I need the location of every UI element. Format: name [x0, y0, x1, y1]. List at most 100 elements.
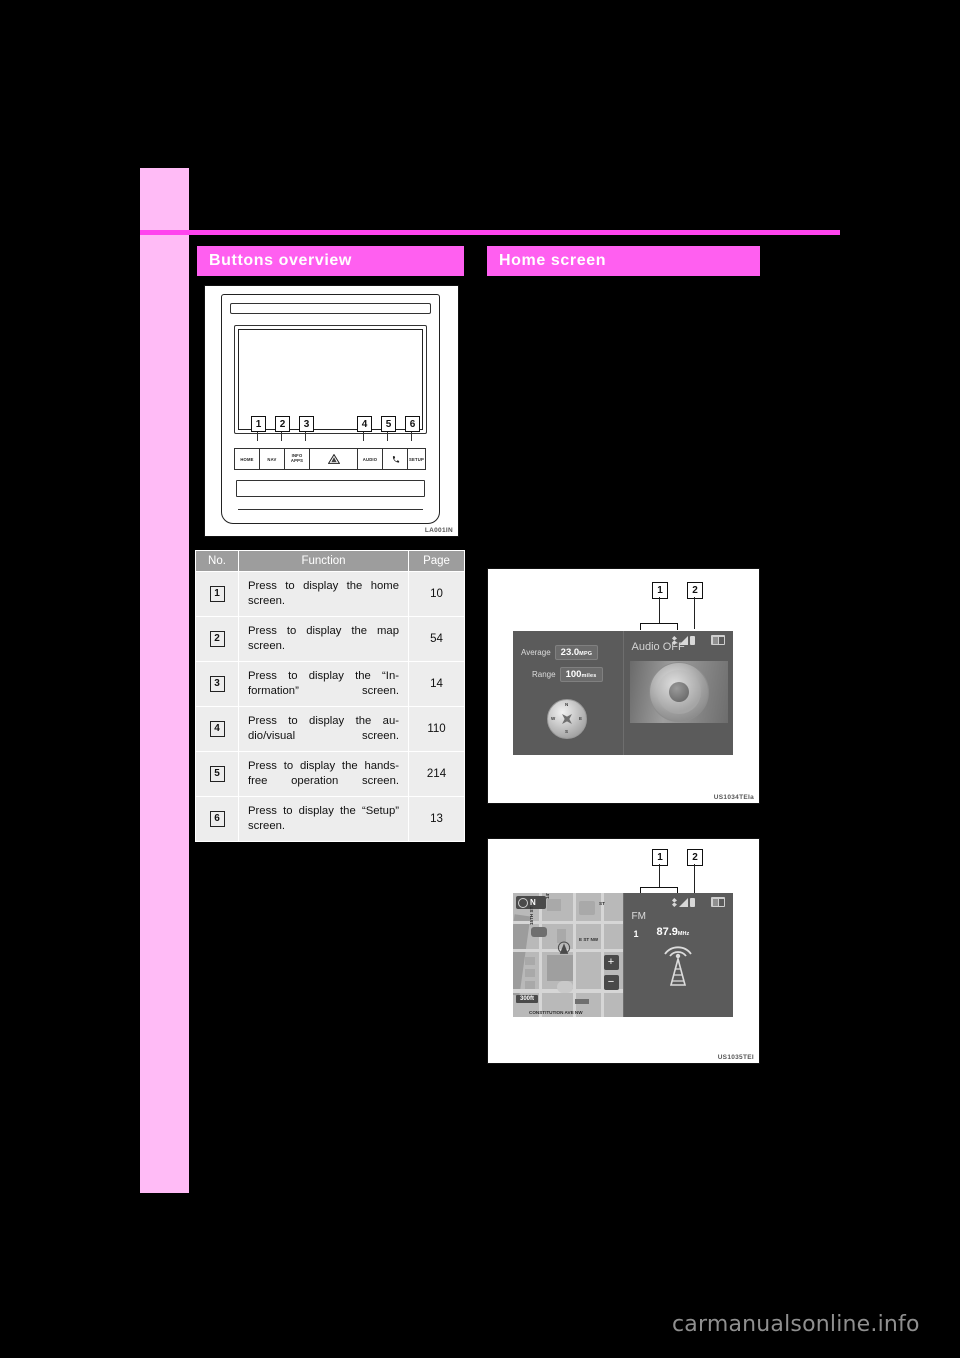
table-row: 1 Press to display the home screen. 10	[195, 571, 465, 617]
head-unit-audio-button[interactable]: AUDIO	[357, 448, 383, 470]
map-zoom-in-button[interactable]: +	[603, 955, 619, 970]
map-block-7	[525, 981, 535, 989]
table-cell-function: Press to display the “Setup” screen.	[238, 796, 409, 842]
map-block-3	[531, 927, 547, 937]
head-unit-audio-label: AUDIO	[362, 456, 378, 462]
home-callout-number-2: 2	[687, 582, 703, 599]
map-status-icon-group	[672, 897, 695, 908]
home-callout-number-1: 1	[652, 582, 668, 599]
map-zoom-out-button[interactable]: −	[603, 975, 619, 990]
map-road-v1	[539, 893, 542, 1017]
table-row: 2 Press to display the map screen. 54	[195, 616, 465, 662]
manual-page: Buttons overview HOME NAV INFO APPS AUDI…	[0, 0, 960, 1358]
table-row: 3 Press to display the “In-formation” scr…	[195, 661, 465, 707]
head-unit-illustration: HOME NAV INFO APPS AUDIO SETUP	[221, 294, 440, 524]
table-cell-page: 54	[408, 616, 465, 662]
head-unit-button-row: HOME NAV INFO APPS AUDIO SETUP	[234, 448, 426, 470]
phone-handset-icon	[392, 455, 399, 463]
map-label-st: ST	[599, 901, 605, 906]
table-cell-function: Press to display the hands-free operatio…	[238, 751, 409, 797]
vehicle-position-icon	[557, 941, 571, 954]
head-unit-hazard-button[interactable]	[309, 448, 358, 470]
table-row: 4 Press to display the au-dio/visual scre…	[195, 706, 465, 752]
home-screen-left-panel: Average 23.0MPG Range 100miles N E S W	[513, 631, 624, 755]
button-function-table: No. Function Page 1 Press to display the …	[195, 550, 465, 842]
map-callout-number-1: 1	[652, 849, 668, 866]
map-callout-number-2: 2	[687, 849, 703, 866]
table-cell-no: 6	[195, 796, 239, 842]
table-cell-page: 13	[408, 796, 465, 842]
figure-caption-device: LA001IN	[424, 527, 453, 534]
radio-frequency: 87.9MHz	[656, 926, 690, 938]
battery-icon	[690, 898, 695, 907]
map-callout-lead-1	[658, 864, 660, 887]
table-cell-no: 2	[195, 616, 239, 662]
head-unit-setup-label: SETUP	[409, 456, 424, 462]
table-cell-function: Press to display the “In-formation” scre…	[238, 661, 409, 707]
head-unit-footer-line	[238, 509, 423, 510]
section-heading-buttons-overview: Buttons overview	[197, 246, 464, 276]
table-row: 5 Press to display the hands-free operati…	[195, 751, 465, 797]
signal-bars-icon	[679, 898, 688, 907]
map-block-5	[525, 957, 535, 965]
table-cell-no: 4	[195, 706, 239, 752]
map-block-1	[547, 899, 561, 911]
figure-home-screen: 1 2 Average 23.0MPG Range 100miles N E S…	[487, 568, 760, 804]
callout-number-5: 5	[381, 416, 396, 432]
section-heading-home-screen: Home screen	[487, 246, 760, 276]
head-unit-home-button[interactable]: HOME	[234, 448, 260, 470]
callout-box: 5	[209, 766, 225, 782]
section-title-buttons-overview: Buttons overview	[209, 252, 352, 269]
compass-north-label: N	[565, 702, 569, 707]
head-unit-phone-button[interactable]	[382, 448, 408, 470]
home-callout-lead-2	[693, 597, 695, 629]
screen-split-icon[interactable]	[711, 635, 725, 645]
table-row: 6 Press to display the “Setup” screen. 13	[195, 796, 465, 842]
table-cell-page: 214	[408, 751, 465, 797]
callout-number-4: 4	[357, 416, 372, 432]
callout-number-3: 3	[299, 416, 314, 432]
site-watermark: carmanualsonline.info	[672, 1312, 920, 1337]
compass-south-label: S	[565, 729, 569, 734]
map-panel[interactable]: N 14TH S 15TH ST E ST NW ST CONSTITUTION…	[513, 893, 624, 1017]
head-unit-top-strip	[230, 303, 431, 314]
map-label-15th: 15TH ST	[529, 906, 534, 925]
status-icon-group	[672, 635, 695, 646]
radio-band-label: FM	[631, 911, 646, 922]
home-callout-bracket-1	[640, 623, 678, 630]
callout-number-1: 1	[251, 416, 266, 432]
table-body: 1 Press to display the home screen. 10 2 Pre…	[195, 571, 465, 842]
callout-number-6: 6	[405, 416, 420, 432]
head-unit-setup-button[interactable]: SETUP	[407, 448, 426, 470]
table-header-no: No.	[195, 550, 239, 572]
map-screen-display: N 14TH S 15TH ST E ST NW ST CONSTITUTION…	[513, 893, 733, 1017]
head-unit-display	[238, 329, 423, 430]
head-unit-nav-label: NAV	[267, 456, 277, 462]
table-cell-function: Press to display the map screen.	[238, 616, 409, 662]
header-rule	[140, 230, 840, 235]
map-block-8	[547, 955, 573, 981]
figure-map-screen: 1 2 N 15TH ST E ST NW ST CONSTITUTION AV…	[487, 838, 760, 1064]
trip-row-range: Range 100miles	[532, 667, 603, 682]
head-unit-info-apps-button[interactable]: INFO APPS	[284, 448, 310, 470]
table-cell-page: 10	[408, 571, 465, 617]
figure-caption-map: US1035TEI	[717, 1054, 754, 1061]
map-canvas[interactable]: N 14TH S 15TH ST E ST NW ST CONSTITUTION…	[513, 893, 623, 1017]
bluetooth-icon	[672, 636, 677, 645]
bluetooth-icon	[672, 898, 677, 907]
compass-widget: N E S W	[547, 699, 587, 739]
signal-bars-icon	[679, 636, 688, 645]
map-compass-dial-icon	[518, 897, 528, 908]
radio-preset-number: 1	[633, 929, 639, 939]
trip-row-average: Average 23.0MPG	[521, 645, 599, 660]
head-unit-nav-button[interactable]: NAV	[259, 448, 285, 470]
map-scale-label: 300ft	[516, 995, 539, 1003]
screen-split-icon[interactable]	[711, 897, 725, 907]
callout-box: 2	[209, 631, 225, 647]
head-unit-home-label: HOME	[240, 456, 254, 462]
callout-number-2: 2	[275, 416, 290, 432]
map-label-est-nw: E ST NW	[579, 937, 599, 942]
trip-value-range: 100miles	[559, 667, 603, 682]
callout-box: 4	[209, 721, 225, 737]
table-cell-function: Press to display the au-dio/visual scree…	[238, 706, 409, 752]
